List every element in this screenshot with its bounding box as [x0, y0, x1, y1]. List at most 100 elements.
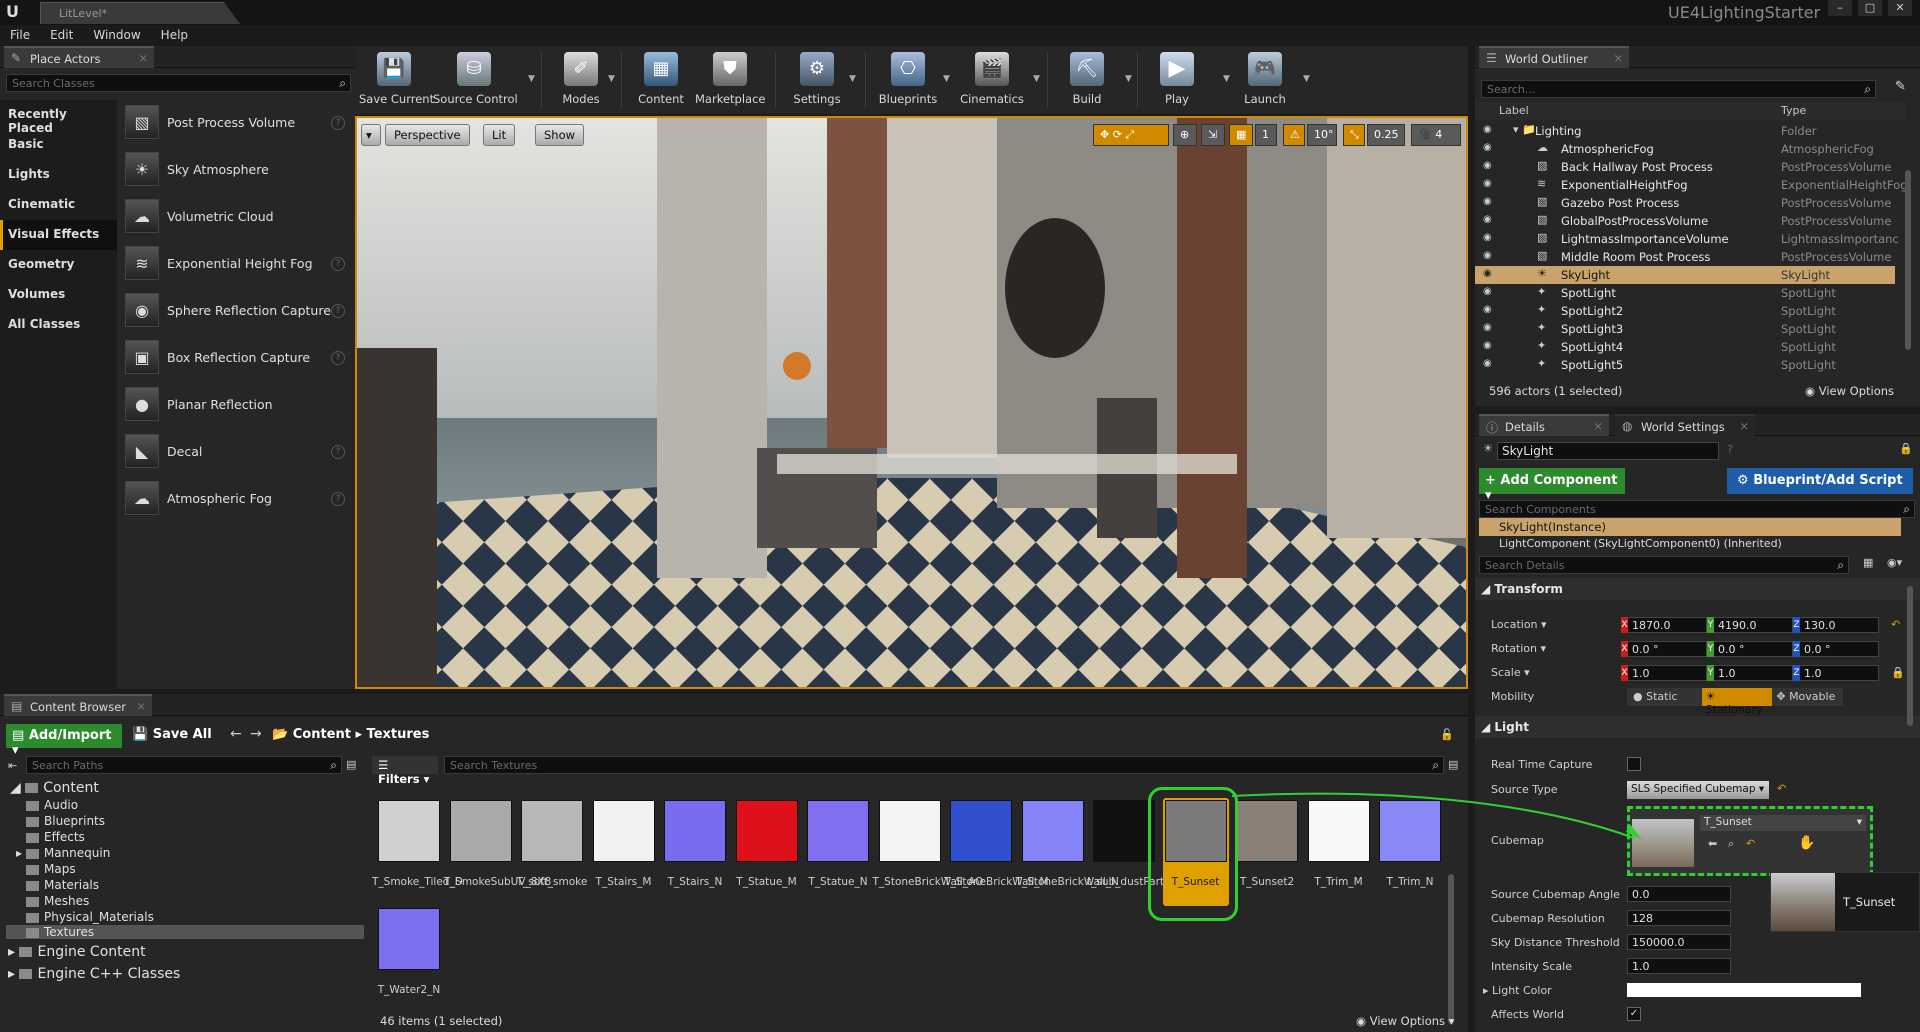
eye-icon[interactable]: ◉	[1483, 268, 1492, 279]
outliner-row[interactable]: ◉ ▾ 📁 Lighting Folder	[1475, 122, 1895, 140]
outliner-row[interactable]: ◉ ▧ GlobalPostProcessVolume PostProcessVolu…	[1475, 212, 1895, 230]
help-icon[interactable]: ?	[331, 257, 345, 271]
blueprints-dropdown-icon[interactable]: ▼	[943, 74, 950, 84]
menu-file[interactable]: File	[0, 25, 40, 46]
tab-world-settings[interactable]: ◍ World Settings ×	[1615, 414, 1755, 436]
outliner-row[interactable]: ◉ ▧ LightmassImportanceVolume LightmassImpo…	[1475, 230, 1899, 248]
maximize-icon[interactable]: □	[1858, 0, 1882, 16]
asset-tile[interactable]: T_SmokeSubUV_8X8	[444, 798, 551, 906]
tree-textures[interactable]: Textures	[6, 925, 364, 939]
help-icon[interactable]: ?	[331, 351, 345, 365]
tree-meshes[interactable]: Meshes	[26, 894, 89, 908]
lock-icon[interactable]: 🔒	[1891, 666, 1905, 679]
asset-tile[interactable]: T_StoneBrickWall_AO	[873, 798, 983, 906]
actor-exponential-height-fog[interactable]: ≋ Exponential Height Fog?	[123, 241, 347, 287]
lock-icon[interactable]: 🔓	[1440, 728, 1454, 741]
world-local-icon[interactable]: ⊕	[1173, 124, 1197, 146]
blueprint-add-script-button[interactable]: ⚙ Blueprint/Add Script	[1727, 468, 1913, 494]
scale-label[interactable]: Scale ▾	[1491, 666, 1530, 679]
tab-world-outliner[interactable]: ☰ World Outliner ×	[1479, 46, 1629, 68]
rotation-snap-icon[interactable]: ⚠	[1283, 124, 1305, 146]
mobility-stationary[interactable]: ☀ Stationary	[1701, 688, 1773, 716]
breadcrumb-textures[interactable]: Textures	[367, 727, 430, 742]
tree-blueprints[interactable]: Blueprints	[26, 814, 105, 828]
eye-icon[interactable]: ◉▾	[1887, 556, 1902, 569]
light-section[interactable]: ◢ Light	[1475, 716, 1920, 738]
outliner-row[interactable]: ◉ ✦ SpotLight5 SpotLight	[1475, 356, 1895, 374]
eye-icon[interactable]: ◉	[1483, 232, 1492, 243]
outliner-search-input[interactable]: Search... ⌕	[1481, 80, 1876, 98]
settings-button[interactable]: ⚙ Settings	[785, 46, 849, 114]
category-geometry[interactable]: Geometry	[0, 250, 117, 280]
category-volumes[interactable]: Volumes	[0, 280, 117, 310]
eye-icon[interactable]: ◉	[1483, 196, 1492, 207]
tab-content-browser[interactable]: ▤ Content Browser ×	[4, 694, 152, 716]
search-paths-input[interactable]: Search Paths ⌕	[26, 756, 342, 774]
launch-button[interactable]: 🎮 Launch	[1235, 46, 1295, 114]
outliner-row[interactable]: ◉ ✦ SpotLight3 SpotLight	[1475, 320, 1895, 338]
marketplace-button[interactable]: ⛊ Marketplace	[695, 46, 765, 114]
scale-z[interactable]: Z 1.0	[1793, 665, 1879, 681]
outliner-row[interactable]: ◉ ✦ SpotLight SpotLight	[1475, 284, 1895, 302]
eye-icon[interactable]: ◉	[1483, 142, 1492, 153]
play-button[interactable]: ▶ Play	[1147, 46, 1207, 114]
tree-engine-cpp-classes[interactable]: ▸ Engine C++ Classes	[8, 966, 180, 982]
location-y[interactable]: Y 4190.0	[1707, 617, 1793, 633]
build-dropdown-icon[interactable]: ▼	[1125, 74, 1132, 84]
path-options-icon[interactable]: ▤	[346, 758, 356, 771]
search-components-input[interactable]: Search Components ⌕	[1479, 500, 1915, 518]
asset-options-icon[interactable]: ▤	[1448, 758, 1458, 771]
tree-physical-materials[interactable]: Physical_Materials	[26, 910, 154, 924]
eye-icon[interactable]: ◉	[1483, 286, 1492, 297]
source-control-dropdown-icon[interactable]: ▼	[528, 74, 535, 84]
cubemap-resolution-field[interactable]: 128	[1627, 910, 1731, 926]
asset-tile[interactable]: T_Statue_N	[805, 798, 871, 906]
scale-snap-value[interactable]: 0.25	[1367, 124, 1405, 146]
tab-place-actors[interactable]: ✎ Place Actors ×	[4, 46, 154, 68]
outliner-row-selected[interactable]: ◉ ☀ SkyLight SkyLight	[1475, 266, 1895, 284]
rotation-z[interactable]: Z 0.0 °	[1793, 641, 1879, 657]
cinematics-dropdown-icon[interactable]: ▼	[1033, 74, 1040, 84]
component-instance-row[interactable]: SkyLight(Instance)	[1479, 518, 1901, 536]
transform-section[interactable]: ◢ Transform	[1475, 578, 1920, 600]
eye-icon[interactable]: ◉	[1483, 340, 1492, 351]
outliner-scrollbar[interactable]	[1905, 170, 1911, 350]
rotation-label[interactable]: Rotation ▾	[1491, 642, 1546, 655]
modes-button[interactable]: ✐ Modes	[551, 46, 611, 114]
launch-dropdown-icon[interactable]: ▼	[1303, 74, 1310, 84]
surface-snap-icon[interactable]: ⇲	[1201, 124, 1225, 146]
help-icon[interactable]: ?	[331, 304, 345, 318]
use-selected-icon[interactable]: ⬅	[1708, 837, 1717, 850]
close-tab-icon[interactable]: ×	[136, 699, 146, 713]
rotation-y[interactable]: Y 0.0 °	[1707, 641, 1793, 657]
tree-mannequin[interactable]: ▸ Mannequin	[16, 846, 110, 860]
tree-audio[interactable]: Audio	[26, 798, 78, 812]
asset-tile[interactable]: T_Smoke_Tiled_D	[372, 798, 463, 906]
lit-button[interactable]: Lit	[483, 124, 516, 146]
close-tab-icon[interactable]: ×	[1593, 419, 1603, 433]
search-textures-input[interactable]: Search Textures ⌕	[444, 756, 1444, 774]
help-icon[interactable]: ?	[331, 445, 345, 459]
actor-atmospheric-fog[interactable]: ☁ Atmospheric Fog?	[123, 476, 347, 522]
rotation-x[interactable]: X 0.0 °	[1621, 641, 1707, 657]
eye-icon[interactable]: ◉	[1483, 214, 1492, 225]
light-color-swatch[interactable]	[1627, 983, 1861, 997]
component-inherited-row[interactable]: LightComponent (SkyLightComponent0) (Inh…	[1499, 537, 1782, 551]
close-tab-icon[interactable]: ×	[138, 51, 148, 65]
perspective-button[interactable]: Perspective	[385, 124, 470, 146]
menu-window[interactable]: Window	[83, 25, 150, 46]
tree-materials[interactable]: Materials	[26, 878, 99, 892]
forward-icon[interactable]: →	[250, 726, 262, 742]
actor-volumetric-cloud[interactable]: ☁ Volumetric Cloud	[123, 194, 347, 240]
scale-y[interactable]: Y 1.0	[1707, 665, 1793, 681]
tree-content[interactable]: ◢ Content	[10, 780, 99, 796]
blueprints-button[interactable]: ⎔ Blueprints	[875, 46, 941, 114]
grid-size[interactable]: 1	[1255, 124, 1277, 146]
modes-dropdown-icon[interactable]: ▼	[608, 74, 615, 84]
outliner-row[interactable]: ◉ ▧ Gazebo Post Process PostProcessVolume	[1475, 194, 1895, 212]
col-label[interactable]: Label	[1499, 104, 1529, 117]
location-z[interactable]: Z 130.0	[1793, 617, 1879, 633]
eye-icon[interactable]: ◉	[1483, 358, 1492, 369]
asset-tile[interactable]: T_soft_smoke	[517, 798, 587, 906]
assets-scrollbar[interactable]	[1448, 874, 1454, 1024]
